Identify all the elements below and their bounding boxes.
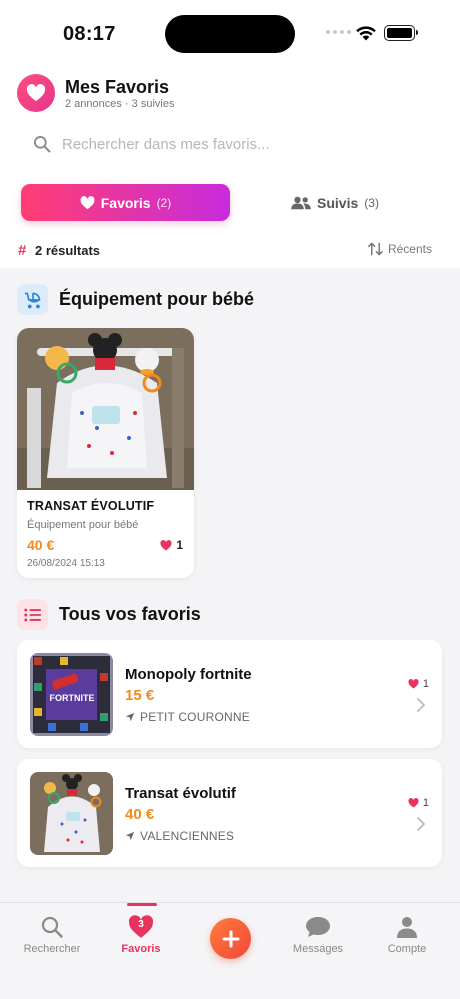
page-subtitle: 2 annonces · 3 suivies	[65, 98, 175, 110]
product-date: 26/08/2024 15:13	[27, 558, 105, 569]
heart-icon	[26, 84, 46, 102]
product-name: Monopoly fortnite	[125, 666, 252, 683]
favorites-badge: 3	[138, 919, 144, 930]
header: Mes Favoris 2 annonces · 3 suivies Favor…	[0, 68, 460, 268]
sort-arrows-icon	[368, 242, 383, 256]
page-title: Mes Favoris	[65, 77, 170, 97]
nav-compte-label: Compte	[387, 943, 427, 955]
heart-icon	[408, 798, 419, 808]
product-thumbnail	[30, 772, 113, 855]
heart-icon	[408, 679, 419, 689]
list-item[interactable]: FORTNITE Monopoly fortnite 15 € PETIT CO…	[17, 640, 442, 748]
plus-icon	[222, 930, 239, 947]
tab-favoris-label: Favoris	[100, 194, 151, 211]
tab-suivis-count: (3)	[364, 195, 379, 210]
section-category-title: Équipement pour bébé	[59, 289, 255, 309]
list-icon	[17, 599, 48, 630]
add-listing-button[interactable]	[210, 918, 251, 959]
product-name: TRANSAT ÉVOLUTIF	[27, 499, 155, 513]
likes-value: 1	[176, 538, 183, 552]
sort-button[interactable]: Récents	[368, 242, 432, 256]
hash-icon: #	[18, 242, 27, 259]
search-bar	[20, 126, 440, 162]
active-tab-indicator	[127, 903, 157, 906]
nav-rechercher-label: Rechercher	[23, 943, 81, 955]
product-price: 15 €	[125, 687, 155, 704]
product-name: Transat évolutif	[125, 785, 236, 802]
tab-favoris[interactable]: Favoris (2)	[21, 184, 230, 221]
product-price: 40 €	[27, 537, 55, 553]
tab-favoris-count: (2)	[156, 195, 172, 210]
search-input[interactable]	[62, 135, 422, 153]
search-icon	[34, 136, 51, 153]
dynamic-island	[165, 15, 295, 53]
status-time: 08:17	[63, 23, 116, 45]
chevron-right-icon	[417, 698, 425, 712]
product-location: PETIT COURONNE	[125, 710, 250, 724]
nav-favoris[interactable]: 3 Favoris	[101, 915, 181, 955]
nav-favoris-label: Favoris	[121, 943, 161, 955]
tab-suivis[interactable]: Suivis (3)	[230, 184, 440, 221]
likes-value: 1	[422, 678, 429, 690]
location-arrow-icon	[125, 712, 135, 722]
heart-icon	[80, 195, 95, 209]
cellular-signal-icon	[326, 30, 351, 34]
nav-messages[interactable]: Messages	[278, 915, 358, 955]
users-icon	[291, 196, 311, 209]
product-card[interactable]: TRANSAT ÉVOLUTIF Équipement pour bébé 40…	[17, 328, 194, 578]
chevron-right-icon	[417, 817, 425, 831]
likes-count[interactable]: 1	[408, 797, 429, 809]
heart-icon	[160, 539, 172, 550]
product-image	[17, 328, 194, 490]
nav-messages-label: Messages	[292, 943, 344, 955]
chat-bubble-icon	[306, 917, 330, 937]
location-arrow-icon	[125, 831, 135, 841]
heart-icon: 3	[128, 915, 154, 939]
likes-value: 1	[422, 797, 429, 809]
likes-count[interactable]: 1	[160, 538, 183, 552]
location-label: VALENCIENNES	[140, 829, 235, 843]
nav-compte[interactable]: Compte	[367, 915, 447, 955]
baby-carriage-icon	[17, 284, 48, 315]
status-bar: 08:17	[0, 0, 460, 68]
wifi-icon	[356, 26, 376, 41]
sort-label: Récents	[387, 242, 432, 256]
location-label: PETIT COURONNE	[140, 710, 250, 724]
svg-text:FORTNITE: FORTNITE	[50, 693, 95, 703]
search-icon	[41, 916, 63, 938]
tab-suivis-label: Suivis	[317, 194, 359, 211]
section-all-header: Tous vos favoris	[17, 599, 201, 630]
results-count: 2 résultats	[35, 243, 101, 258]
list-item[interactable]: Transat évolutif 40 € VALENCIENNES 1	[17, 759, 442, 867]
product-location: VALENCIENNES	[125, 829, 234, 843]
product-thumbnail: FORTNITE	[30, 653, 113, 736]
app-logo	[17, 74, 55, 112]
battery-icon	[384, 25, 418, 41]
product-category: Équipement pour bébé	[27, 519, 139, 531]
person-icon	[397, 917, 417, 938]
section-category-header: Équipement pour bébé	[17, 284, 254, 315]
product-price: 40 €	[125, 806, 155, 823]
nav-rechercher[interactable]: Rechercher	[12, 915, 92, 955]
section-all-title: Tous vos favoris	[59, 604, 201, 624]
likes-count[interactable]: 1	[408, 678, 429, 690]
